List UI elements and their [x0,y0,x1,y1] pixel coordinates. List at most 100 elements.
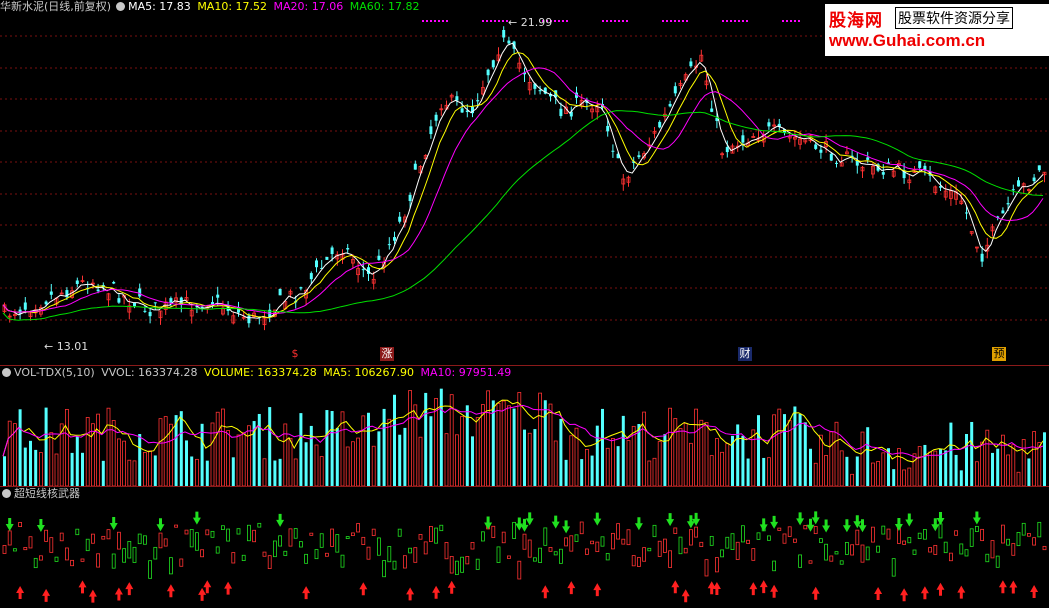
indicator-bar [824,543,828,561]
indicator-bar [392,560,397,570]
candle-body [278,289,282,296]
top-dot [782,20,784,22]
volume-bar [538,392,542,487]
volume-bar [163,416,168,487]
indicator-bar [262,551,267,557]
marker-cai[interactable]: 财 [738,347,752,361]
indicator-bar [236,528,241,535]
volume-bar [325,410,329,486]
settings-circle-icon[interactable] [116,2,126,11]
settings-circle-icon[interactable] [2,368,11,377]
volume-bar [226,430,231,487]
indicator-chart[interactable] [0,487,1049,608]
top-dot [426,20,428,22]
indicator-bar [39,555,43,561]
indicator-bar [475,558,480,570]
indicator-bar [845,542,849,555]
candle-body [881,172,885,175]
volume-panel[interactable]: VOL-TDX(5,10) VVOL: 163374.28 VOLUME: 16… [0,365,1049,487]
volume-bar [783,414,786,486]
price-panel[interactable]: 华新水泥(日线,前复权) MA5: 17.83 MA10: 17.52 MA20:… [0,0,1049,365]
indicator-bar [694,526,698,538]
candle-body [1017,180,1020,187]
indicator-bar [969,528,974,547]
top-dot [562,20,564,22]
indicator-bar [246,524,251,542]
low-price-label: ← 13.01 [44,340,89,353]
indicator-bar [278,535,283,547]
volume-bar [350,441,355,487]
marker-dollar[interactable]: $ [288,347,302,361]
volume-bar [855,456,859,486]
indicator-bar [418,534,423,540]
top-dot [722,20,724,22]
indicator-bar [220,525,225,530]
volume-bar [991,452,994,486]
volume-bar [626,440,631,487]
indicator-bar [725,536,730,549]
indicator-bar [158,532,163,549]
top-dot [606,20,608,22]
volume-bar [1043,432,1046,486]
indicator-bar [642,547,646,562]
indicator-bar [168,557,173,575]
indicator-bar [928,547,932,553]
price-header: 华新水泥(日线,前复权) MA5: 17.83 MA10: 17.52 MA20:… [0,0,422,14]
up-arrow-icon [88,589,97,603]
top-dot [670,20,672,22]
volume-bar [81,452,84,486]
candle-body [538,90,542,92]
candle-body [559,108,563,117]
volume-bar [824,455,828,487]
top-dot [666,20,668,22]
down-arrow-icon [562,520,571,534]
volume-bar [75,436,79,486]
indicator-bar [314,549,319,560]
volume-bar [486,390,491,487]
indicator-bar [49,537,54,553]
candle-body [965,212,968,214]
volume-bar [813,462,818,487]
candle-body [689,61,693,67]
indicator-bar [376,537,381,556]
indicator-bar [746,539,750,544]
top-dot [794,20,796,22]
down-arrow-icon [593,512,602,526]
up-arrow-icon [900,588,909,602]
up-arrow-icon [541,585,550,599]
indicator-panel[interactable]: 超短线核武器 [0,486,1049,608]
volume-bar [309,425,313,486]
indicator-bar [304,553,309,564]
settings-circle-icon[interactable] [2,489,11,498]
indicator-bar [517,560,522,580]
candle-body [49,291,53,295]
volume-bars[interactable] [0,366,1049,487]
up-arrow-icon [770,584,779,598]
candle-body [1037,165,1041,171]
indicator-bar [501,531,506,544]
volume-bar [704,422,709,487]
volume-bar [153,455,157,486]
top-dot [738,20,740,22]
down-arrow-icon [525,512,534,526]
volume-bar [293,458,298,487]
indicator-bar [538,547,542,563]
candle-body [918,161,922,168]
top-dot [490,20,492,22]
volume-bar [44,407,48,486]
volume-bar [611,438,615,487]
ma5-line [2,42,1044,319]
marker-yu[interactable]: 预 [992,347,1006,361]
volume-bar [533,429,537,486]
indicator-bar [756,532,761,540]
volume-bar [902,469,906,487]
indicator-bar [480,531,485,542]
indicator-bar [975,525,979,532]
indicator-bar [70,559,74,567]
indicator-bar [741,525,745,543]
volume-bar [215,411,220,487]
marker-zhang[interactable]: 涨 [380,347,394,361]
candle-body [866,157,870,160]
indicator-bar [860,544,865,563]
indicator-bar [434,527,439,544]
